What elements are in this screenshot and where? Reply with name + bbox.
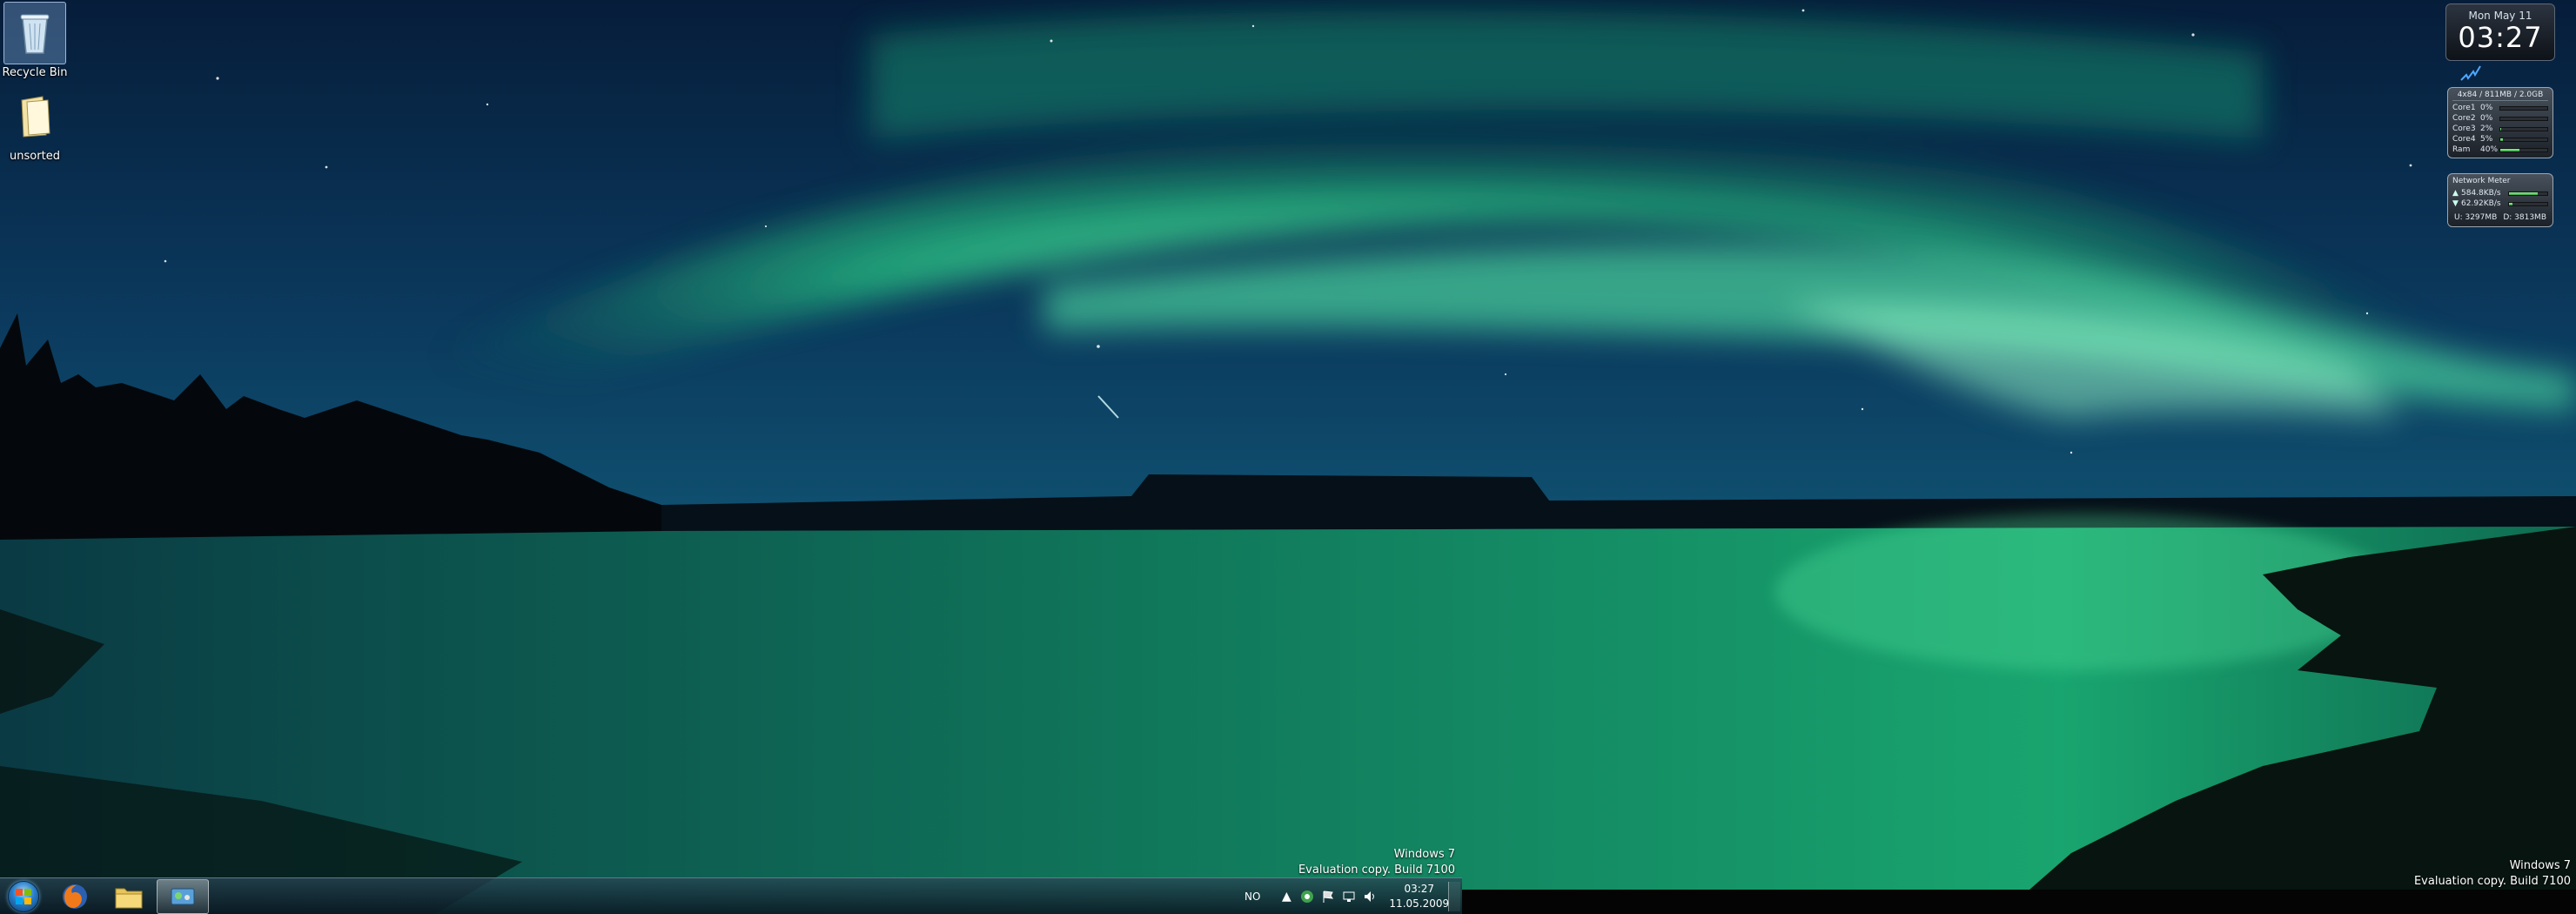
meter-row: Core4 5% bbox=[2452, 134, 2548, 144]
desktop-icon-unsorted[interactable]: unsorted bbox=[0, 85, 70, 163]
network-app-icon bbox=[171, 888, 195, 904]
meter-label: Core2 bbox=[2452, 114, 2476, 123]
action-center-flag-icon[interactable] bbox=[1318, 886, 1338, 907]
watermark-title: Windows 7 bbox=[1393, 848, 1455, 861]
volume-icon[interactable] bbox=[1359, 886, 1380, 907]
network-totals: U: 3297MB D: 3813MB bbox=[2452, 213, 2548, 222]
taskbar-explorer-button[interactable] bbox=[103, 879, 155, 914]
evaluation-watermark: Windows 7 Evaluation copy. Build 7100 bbox=[1298, 847, 1455, 878]
meter-value: 0% bbox=[2480, 114, 2493, 123]
firefox-icon bbox=[63, 884, 87, 909]
meter-row: Core1 0% bbox=[2452, 103, 2548, 113]
upload-arrow-icon: ▲ bbox=[2452, 189, 2459, 198]
upload-rate: 584.8KB/s bbox=[2461, 189, 2501, 198]
taskbar-network-app-button[interactable] bbox=[157, 878, 209, 914]
meter-value: 5% bbox=[2480, 135, 2493, 144]
meter-bar bbox=[2499, 137, 2548, 142]
show-hidden-icon[interactable]: ▲ bbox=[1276, 886, 1297, 907]
clock-time: 03:27 bbox=[2458, 21, 2543, 54]
meter-label: Core3 bbox=[2452, 124, 2476, 133]
meter-row: Core2 0% bbox=[2452, 113, 2548, 124]
meter-row: Core3 2% bbox=[2452, 124, 2548, 134]
upload-bar bbox=[2508, 191, 2548, 196]
taskbar-firefox-button[interactable] bbox=[49, 879, 101, 914]
meter-row: Ram 40% bbox=[2452, 144, 2548, 155]
meter-value: 40% bbox=[2480, 145, 2499, 154]
network-icon[interactable] bbox=[1338, 886, 1359, 907]
upload-total: U: 3297MB bbox=[2454, 213, 2498, 222]
watermark-build: Evaluation copy. Build 7100 bbox=[1298, 864, 1455, 877]
secondary-monitor-strip bbox=[1462, 890, 2576, 914]
desktop-icon-recycle-bin[interactable]: Recycle Bin bbox=[0, 2, 70, 79]
show-desktop-button[interactable] bbox=[1448, 882, 1460, 911]
app-tray-icon[interactable] bbox=[1297, 886, 1318, 907]
meter-bar bbox=[2499, 147, 2548, 152]
desktop-icon-label: Recycle Bin bbox=[2, 66, 68, 79]
meter-label: Ram bbox=[2452, 145, 2471, 154]
start-button[interactable] bbox=[0, 878, 47, 914]
cpu-meter-header: 4x84 / 811MB / 2.0GB bbox=[2452, 91, 2548, 101]
watermark-title: Windows 7 bbox=[2509, 859, 2571, 872]
download-bar-fill bbox=[2509, 202, 2513, 205]
download-arrow-icon: ▼ bbox=[2452, 199, 2459, 208]
meter-bar bbox=[2499, 126, 2548, 131]
network-meter-gadget[interactable]: Network Meter ▲ 584.8KB/s ▼ 62.92KB/s U:… bbox=[2447, 173, 2553, 227]
meter-fill bbox=[2500, 148, 2519, 151]
windows-start-orb-icon bbox=[8, 880, 39, 912]
tray-clock[interactable]: 03:27 11.05.2009 bbox=[1389, 882, 1449, 911]
system-tray: NO ▲ 03:27 11.05.2009 bbox=[1244, 878, 1449, 914]
network-upload-row: ▲ 584.8KB/s bbox=[2452, 188, 2548, 198]
folder-icon bbox=[21, 96, 50, 138]
meter-fill bbox=[2500, 138, 2503, 141]
clock-date: Mon May 11 bbox=[2468, 10, 2532, 22]
download-total: D: 3813MB bbox=[2503, 213, 2546, 222]
gadget-sparkle-icon bbox=[2460, 65, 2481, 81]
meter-label: Core4 bbox=[2452, 135, 2476, 144]
upload-bar-fill bbox=[2509, 192, 2538, 195]
meter-value: 2% bbox=[2480, 124, 2493, 133]
taskbar: NO ▲ 03:27 11.05.2009 bbox=[0, 877, 1462, 914]
meter-value: 0% bbox=[2480, 104, 2493, 112]
cpu-meter-gadget[interactable]: 4x84 / 811MB / 2.0GB Core1 0% Core2 0% C… bbox=[2447, 87, 2553, 158]
meter-bar bbox=[2499, 105, 2548, 111]
tray-time: 03:27 bbox=[1404, 883, 1435, 895]
watermark-build: Evaluation copy. Build 7100 bbox=[2413, 875, 2571, 888]
tray-date: 11.05.2009 bbox=[1389, 897, 1450, 910]
meter-fill bbox=[2500, 127, 2502, 131]
windows-flag-icon bbox=[16, 888, 31, 904]
folder-icon bbox=[115, 888, 143, 908]
network-download-row: ▼ 62.92KB/s bbox=[2452, 198, 2548, 209]
clock-gadget[interactable]: Mon May 11 03:27 bbox=[2445, 3, 2555, 61]
wallpaper-aurora-lake bbox=[0, 0, 2576, 914]
download-rate: 62.92KB/s bbox=[2461, 199, 2501, 208]
network-meter-title: Network Meter bbox=[2452, 177, 2511, 185]
recycle-bin-icon bbox=[20, 14, 50, 54]
language-indicator[interactable]: NO bbox=[1244, 890, 1260, 903]
meter-label: Core1 bbox=[2452, 104, 2476, 112]
download-bar bbox=[2508, 201, 2548, 206]
evaluation-watermark-secondary: Windows 7 Evaluation copy. Build 7100 bbox=[2414, 858, 2571, 890]
meter-bar bbox=[2499, 116, 2548, 121]
desktop-icon-label: unsorted bbox=[10, 150, 60, 163]
